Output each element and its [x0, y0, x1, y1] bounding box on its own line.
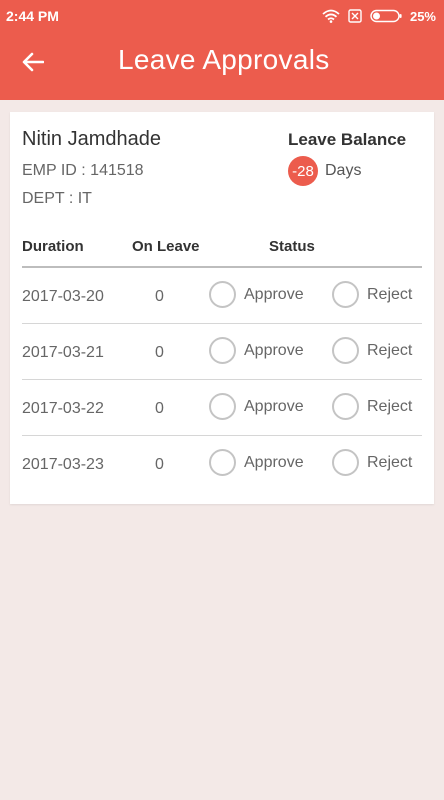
table-row: 2017-03-22 0 Approve Reject: [22, 380, 422, 436]
radio-circle-icon[interactable]: [209, 393, 236, 420]
header-status: Status: [269, 238, 315, 255]
table-row: 2017-03-21 0 Approve Reject: [22, 324, 422, 380]
radio-circle-icon[interactable]: [209, 449, 236, 476]
reject-radio[interactable]: Reject: [332, 281, 412, 308]
header-duration: Duration: [22, 238, 84, 255]
arrow-left-icon: [22, 52, 45, 77]
row-on-leave: 0: [155, 456, 164, 473]
radio-circle-icon[interactable]: [332, 337, 359, 364]
employee-dept: DEPT : IT: [22, 190, 92, 207]
approve-radio[interactable]: Approve: [209, 337, 304, 364]
row-date: 2017-03-23: [22, 456, 104, 473]
battery-percent: 25%: [409, 8, 436, 24]
row-date: 2017-03-21: [22, 344, 104, 361]
row-date: 2017-03-20: [22, 288, 104, 305]
table-row: 2017-03-20 0 Approve Reject: [22, 268, 422, 324]
table-row: 2017-03-23 0 Approve Reject: [22, 436, 422, 492]
radio-circle-icon[interactable]: [332, 281, 359, 308]
back-button[interactable]: [5, 36, 61, 92]
battery-icon: [370, 9, 402, 23]
approve-label: Approve: [244, 453, 304, 471]
reject-label: Reject: [367, 397, 413, 415]
leave-approval-card: Nitin Jamdhade EMP ID : 141518 DEPT : IT…: [10, 112, 434, 504]
approve-radio[interactable]: Approve: [209, 281, 304, 308]
reject-radio[interactable]: Reject: [332, 449, 412, 476]
leave-balance-title: Leave Balance: [288, 130, 407, 149]
radio-circle-icon[interactable]: [209, 337, 236, 364]
employee-name: Nitin Jamdhade: [22, 128, 161, 150]
row-on-leave: 0: [155, 344, 164, 361]
row-on-leave: 0: [155, 400, 164, 417]
reject-label: Reject: [367, 453, 413, 471]
approve-label: Approve: [244, 397, 304, 415]
page-title: Leave Approvals: [118, 44, 330, 75]
employee-id: EMP ID : 141518: [22, 162, 144, 179]
status-icons: 25%: [322, 9, 436, 24]
approve-radio[interactable]: Approve: [209, 393, 304, 420]
sim-off-icon: [348, 9, 362, 23]
row-date: 2017-03-22: [22, 400, 104, 417]
wifi-icon: [322, 9, 340, 23]
leave-table: Duration On Leave Status 2017-03-20 0 Ap…: [22, 230, 422, 492]
reject-radio[interactable]: Reject: [332, 337, 412, 364]
status-time: 2:44 PM: [6, 8, 59, 24]
approve-label: Approve: [244, 341, 304, 359]
header-on-leave: On Leave: [132, 238, 200, 255]
radio-circle-icon[interactable]: [332, 393, 359, 420]
reject-radio[interactable]: Reject: [332, 393, 412, 420]
radio-circle-icon[interactable]: [332, 449, 359, 476]
leave-balance: -28 Days: [288, 156, 361, 186]
leave-balance-badge: -28: [288, 156, 318, 186]
approve-label: Approve: [244, 285, 304, 303]
status-bar: 2:44 PM 25%: [0, 0, 444, 32]
reject-label: Reject: [367, 341, 413, 359]
reject-label: Reject: [367, 285, 413, 303]
leave-balance-unit: Days: [325, 162, 362, 179]
radio-circle-icon[interactable]: [209, 281, 236, 308]
app-bar: Leave Approvals: [0, 32, 444, 100]
table-header: Duration On Leave Status: [22, 230, 422, 268]
approve-radio[interactable]: Approve: [209, 449, 304, 476]
row-on-leave: 0: [155, 288, 164, 305]
app-header: 2:44 PM 25% Leave Approvals: [0, 0, 444, 100]
